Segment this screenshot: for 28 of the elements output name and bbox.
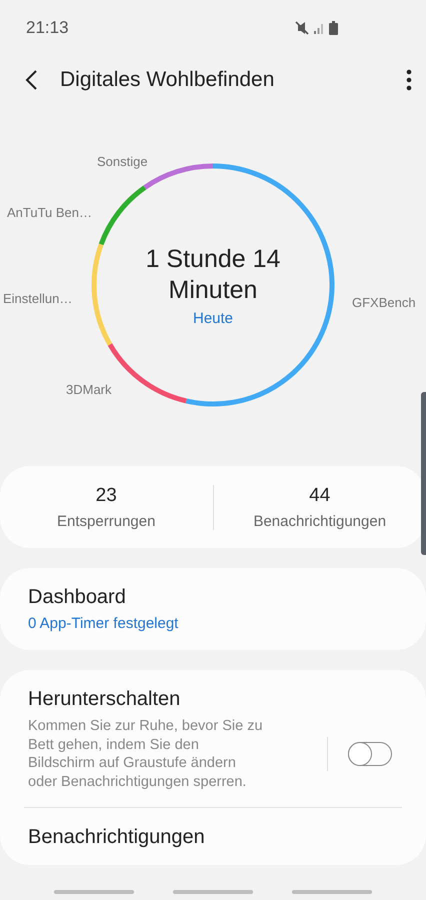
app-label: 3DMark <box>66 382 112 397</box>
app-label: Sonstige <box>97 154 148 169</box>
status-time: 21:13 <box>26 18 69 38</box>
battery-icon <box>329 21 338 35</box>
notifications-item[interactable]: Benachrichtigungen <box>28 826 398 849</box>
page-title: Digitales Wohlbefinden <box>60 68 276 92</box>
stat-label: Entsperrungen <box>57 512 156 530</box>
app-label: GFXBench <box>352 295 416 310</box>
period-label: Heute <box>192 310 234 326</box>
wind-down-description: Kommen Sie zur Ruhe, bevor Sie zu Bett gehen, indem Sie den Bildschirm auf Graustufe ändern oder Benachrichtigungen sperren. <box>28 717 264 791</box>
mute-icon <box>295 21 309 35</box>
nav-bar-handle[interactable] <box>173 890 253 894</box>
nav-bar-handle[interactable] <box>292 890 372 894</box>
app-timer-status: 0 App-Timer festgelegt <box>28 615 180 632</box>
app-label: AnTuTu Ben… <box>7 205 92 220</box>
usage-total: 1 Stunde 14 Minuten <box>144 244 282 306</box>
app-label: Einstellun… <box>3 291 72 306</box>
stat-value: 44 <box>309 484 330 506</box>
more-options-button[interactable] <box>406 69 412 91</box>
dashboard-title: Dashboard <box>28 586 127 609</box>
wind-down-switch[interactable] <box>348 742 392 766</box>
back-button[interactable] <box>24 69 38 91</box>
stat-label: Benachrichtigungen <box>253 512 386 530</box>
signal-icon <box>313 22 325 34</box>
wind-down-title: Herunterschalten <box>28 688 182 711</box>
dashboard-card[interactable]: Dashboard 0 App-Timer festgelegt <box>0 568 426 650</box>
nav-bar-handle[interactable] <box>54 890 134 894</box>
stat-value: 23 <box>96 484 117 506</box>
